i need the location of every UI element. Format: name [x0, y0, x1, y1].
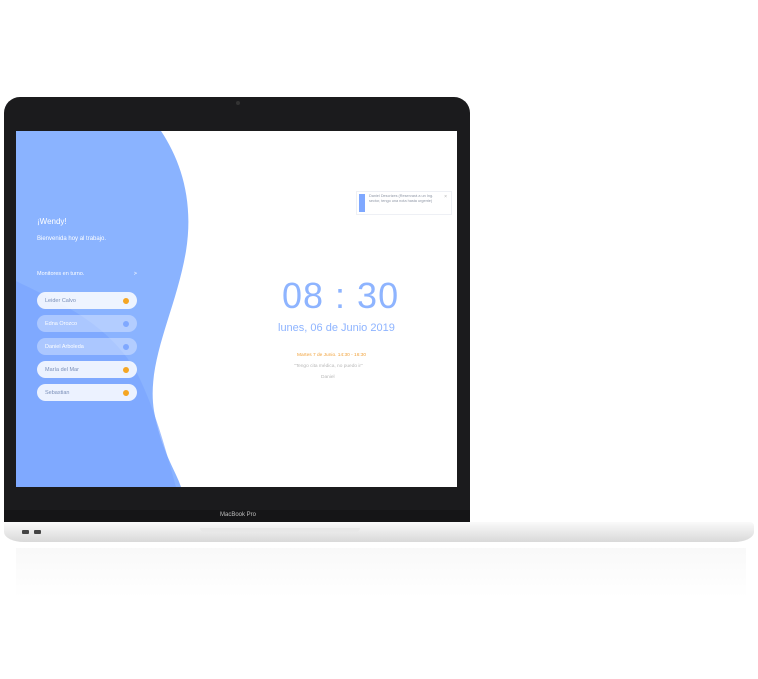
monitor-item[interactable]: Leider Calvo	[37, 292, 137, 309]
port-icon	[34, 530, 41, 534]
laptop-base	[4, 522, 754, 542]
monitor-name: María del Mar	[45, 366, 79, 373]
close-icon[interactable]: ×	[444, 194, 447, 200]
greeting-title: ¡Wendy!	[37, 217, 67, 226]
brand-label: MacBook Pro	[220, 512, 257, 518]
status-dot-icon	[123, 320, 129, 327]
port-icon	[22, 530, 29, 534]
monitor-name: Edna Orozco	[45, 320, 78, 327]
notification-text: Daniel Descrizes (Reservará a un Ing. se…	[369, 194, 434, 203]
monitor-name: Daniel Arboleda	[45, 343, 84, 350]
event-title: Martes 7 de Junio. 14:30 - 16:30	[297, 353, 367, 358]
event-message: "Tengo cita médica, no puedo ir"	[294, 364, 363, 369]
status-dot-icon	[123, 297, 129, 304]
camera-icon	[236, 101, 240, 105]
chevron-right-icon[interactable]: >	[134, 271, 137, 277]
reflection	[16, 548, 746, 598]
welcome-text: Bienvenida hoy al trabajo.	[37, 236, 107, 242]
monitor-name: Leider Calvo	[45, 297, 76, 304]
monitor-item[interactable]: Sebastian	[37, 384, 137, 401]
laptop-mockup: ¡Wendy! Bienvenida hoy al trabajo. Monit…	[0, 0, 758, 679]
status-dot-icon	[123, 343, 129, 350]
monitor-item[interactable]: Edna Orozco	[37, 315, 137, 332]
monitor-name: Sebastian	[45, 389, 70, 396]
monitors-header: Monitores en turno. >	[37, 271, 137, 277]
monitor-item[interactable]: María del Mar	[37, 361, 137, 378]
event-author: Daniel	[321, 375, 335, 380]
laptop-lip	[200, 528, 360, 532]
app-screen: ¡Wendy! Bienvenida hoy al trabajo. Monit…	[16, 131, 457, 487]
status-dot-icon	[123, 389, 129, 396]
monitors-title: Monitores en turno.	[37, 271, 85, 277]
notification-icon	[359, 194, 365, 212]
status-dot-icon	[123, 366, 129, 373]
clock-date: lunes, 06 de Junio 2019	[278, 322, 395, 334]
monitors-list: Leider Calvo Edna Orozco Daniel Arboleda…	[37, 292, 137, 407]
monitor-item[interactable]: Daniel Arboleda	[37, 338, 137, 355]
clock-time: 08 : 30	[282, 275, 400, 316]
notification-card[interactable]: Daniel Descrizes (Reservará a un Ing. se…	[356, 191, 452, 215]
